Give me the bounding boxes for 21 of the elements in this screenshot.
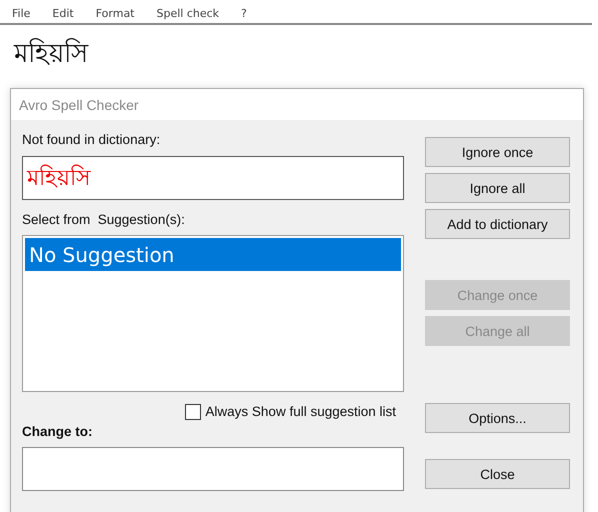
suggestions-label: Select from Suggestion(s): bbox=[22, 212, 185, 228]
dialog-button[interactable]: Ignore once bbox=[425, 137, 570, 167]
checkbox[interactable] bbox=[185, 404, 202, 420]
not-found-label: Not found in dictionary: bbox=[22, 132, 160, 148]
suggestion-item[interactable]: No Suggestion bbox=[25, 238, 401, 271]
change-to-field[interactable] bbox=[22, 447, 404, 491]
dialog-button[interactable]: Close bbox=[425, 459, 570, 489]
menu-item[interactable]: Spell check bbox=[156, 8, 220, 20]
dialog-button[interactable]: Add to dictionary bbox=[425, 209, 570, 239]
document-text: মহিয়সি bbox=[14, 39, 88, 69]
menu-item[interactable]: File bbox=[12, 8, 30, 20]
change-to-label: Change to: bbox=[22, 424, 92, 440]
menu-item[interactable]: Edit bbox=[52, 8, 74, 20]
menu-item[interactable]: Format bbox=[96, 8, 134, 20]
menu-item[interactable]: ? bbox=[241, 8, 247, 20]
checkbox-label: Always Show full suggestion list bbox=[205, 404, 396, 420]
not-found-field[interactable]: মহিয়সি bbox=[22, 156, 404, 200]
dialog-button[interactable]: Ignore all bbox=[425, 173, 570, 203]
dialog-button[interactable]: Options... bbox=[425, 403, 570, 433]
window-title: Avro Spell Checker bbox=[19, 96, 139, 112]
misspelled-word: মহিয়সি bbox=[27, 164, 91, 192]
